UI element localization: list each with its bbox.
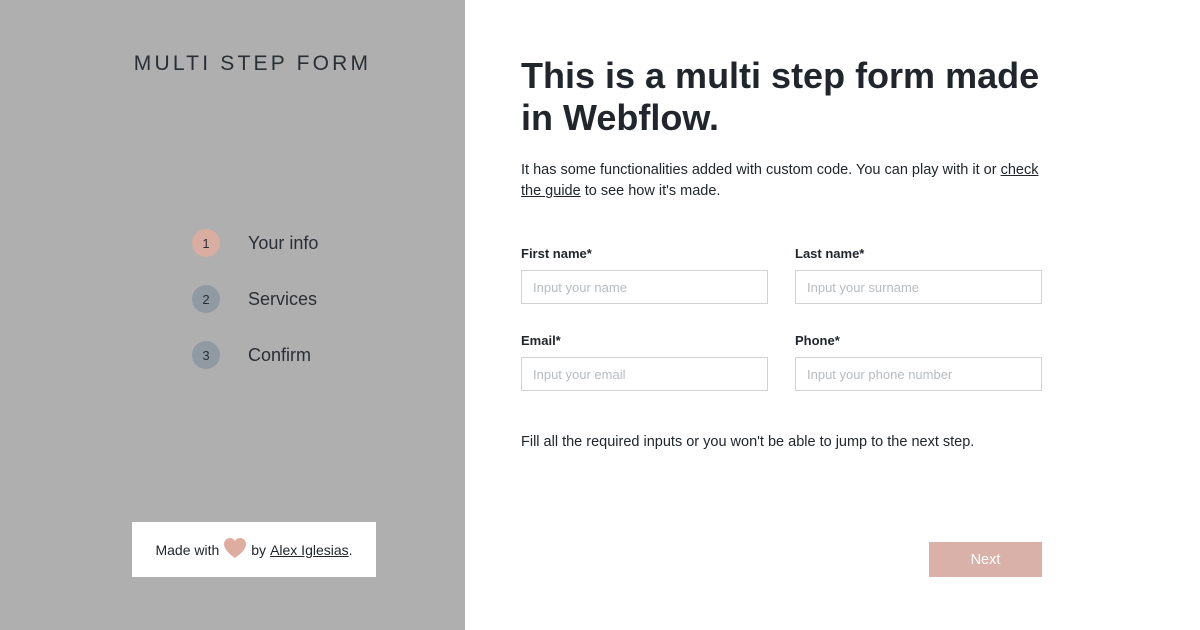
credit-suffix: .	[348, 541, 353, 558]
intro-text-before: It has some functionalities added with c…	[521, 162, 1001, 178]
required-hint: Fill all the required inputs or you won'…	[521, 434, 975, 450]
sidebar: MULTI STEP FORM 1 Your info 2 Services 3…	[0, 0, 465, 630]
step-number: 3	[192, 341, 220, 369]
step-number: 2	[192, 285, 220, 313]
step-confirm[interactable]: 3 Confirm	[192, 341, 318, 369]
step-label: Your info	[248, 232, 319, 253]
intro-text-after: to see how it's made.	[580, 183, 721, 199]
last-name-label: Last name*	[795, 246, 865, 261]
first-name-label: First name*	[521, 246, 592, 261]
author-link[interactable]: Alex Iglesias	[270, 542, 349, 558]
credit-by: by	[251, 541, 267, 558]
last-name-field[interactable]	[795, 270, 1042, 304]
last-name-group: Last name*	[795, 246, 1042, 304]
first-name-field[interactable]	[521, 270, 768, 304]
credit-prefix: Made with	[155, 541, 220, 558]
intro-text: It has some functionalities added with c…	[521, 160, 1041, 202]
brand-title: MULTI STEP FORM	[133, 52, 372, 75]
phone-group: Phone*	[795, 333, 1042, 391]
step-label: Services	[248, 288, 318, 309]
credit-card: Made with by Alex Iglesias.	[132, 522, 376, 577]
phone-label: Phone*	[795, 333, 840, 348]
first-name-group: First name*	[521, 246, 768, 304]
email-field[interactable]	[521, 357, 768, 391]
page-title: This is a multi step form made in Webflo…	[521, 55, 1040, 138]
heart-icon	[223, 537, 247, 559]
step-services[interactable]: 2 Services	[192, 285, 318, 313]
next-button[interactable]: Next	[929, 542, 1042, 577]
phone-field[interactable]	[795, 357, 1042, 391]
step-list: 1 Your info 2 Services 3 Confirm	[192, 229, 318, 397]
email-label: Email*	[521, 333, 561, 348]
step-label: Confirm	[248, 344, 312, 365]
step-number: 1	[192, 229, 220, 257]
email-group: Email*	[521, 333, 768, 391]
step-your-info[interactable]: 1 Your info	[192, 229, 318, 257]
